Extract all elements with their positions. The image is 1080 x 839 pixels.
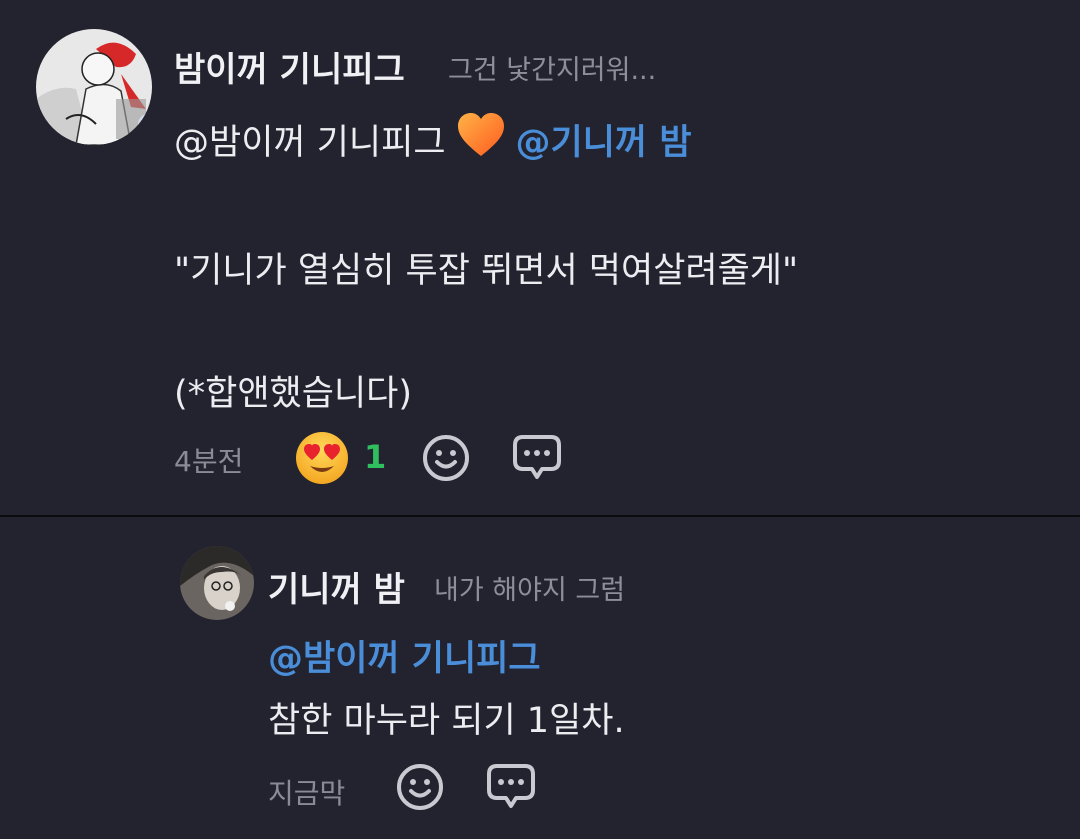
mention-link[interactable]: @밤이꺼 기니피그 xyxy=(268,630,541,681)
smiley-icon xyxy=(423,435,469,481)
reply-item: 기니꺼 밤 내가 해야지 그럼 @밤이꺼 기니피그 참한 마누라 되기 1일차.… xyxy=(0,517,1080,839)
status-message: 그건 낯간지러워... xyxy=(448,55,657,86)
comment-note: (*합앤했습니다) xyxy=(174,374,413,414)
speech-bubble-icon xyxy=(513,435,561,479)
add-reaction-button[interactable] xyxy=(420,432,472,484)
add-reaction-button[interactable] xyxy=(394,761,446,813)
username[interactable]: 기니꺼 밤 xyxy=(268,562,405,611)
mention-link[interactable]: @기니꺼 밤 xyxy=(516,114,692,165)
user-avatar[interactable] xyxy=(36,29,152,145)
comment-line-mentions: @밤이꺼 기니피그 @기니꺼 밤 xyxy=(174,112,692,167)
speech-bubble-icon xyxy=(487,764,535,808)
comment-text: @밤이꺼 기니피그 xyxy=(174,123,446,163)
user-avatar[interactable] xyxy=(180,546,254,620)
reaction-count: 1 xyxy=(364,438,387,476)
heart-eyes-icon xyxy=(296,432,348,484)
comment-quote: "기니가 열심히 투잡 뛰면서 먹여살려줄게" xyxy=(174,251,799,291)
timestamp: 지금막 xyxy=(268,777,346,810)
username[interactable]: 밤이꺼 기니피그 xyxy=(174,42,405,91)
reaction-button[interactable] xyxy=(294,430,350,486)
reply-button[interactable] xyxy=(484,759,538,813)
status-message: 내가 해야지 그럼 xyxy=(434,575,626,606)
orange-heart-icon xyxy=(456,112,506,167)
reply-button[interactable] xyxy=(510,430,564,484)
comment-item: 밤이꺼 기니피그 그건 낯간지러워... @밤이꺼 기니피그 @기니꺼 밤 "기… xyxy=(0,0,1080,515)
smiley-icon xyxy=(397,764,443,810)
comment-text: 참한 마누라 되기 1일차. xyxy=(268,701,625,741)
timestamp: 4분전 xyxy=(174,445,244,478)
